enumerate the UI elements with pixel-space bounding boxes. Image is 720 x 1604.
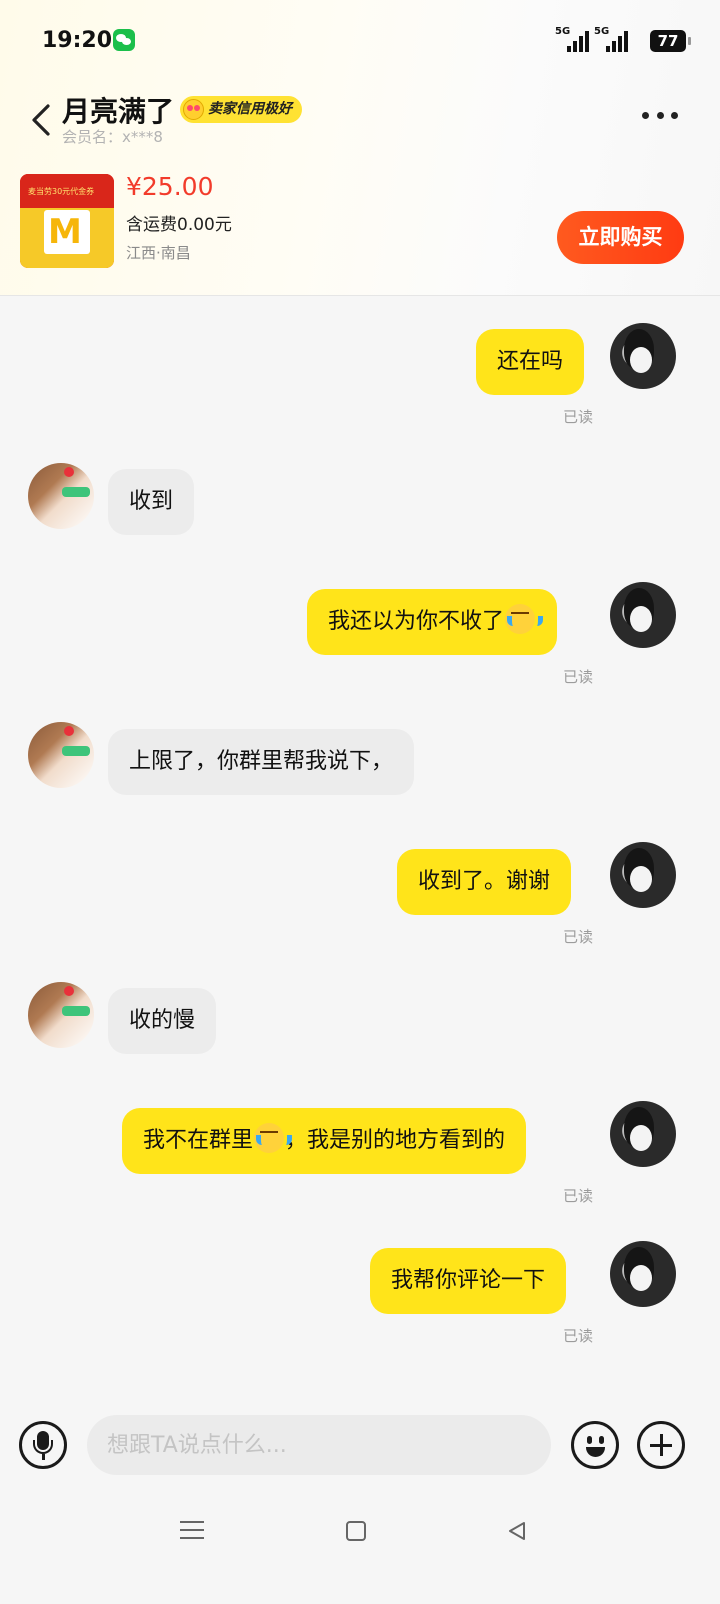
chevron-left-icon[interactable] xyxy=(28,102,58,138)
seller-avatar[interactable] xyxy=(28,982,94,1048)
battery-icon: 77 xyxy=(650,30,691,52)
seller-name[interactable]: 月亮满了 xyxy=(62,90,174,130)
heart-eyes-icon xyxy=(183,99,204,120)
read-receipt: 已读 xyxy=(563,1327,594,1345)
my-avatar[interactable] xyxy=(610,323,676,389)
product-thumb-text: 麦当劳30元代金券 xyxy=(28,187,95,196)
voice-input-button[interactable] xyxy=(19,1421,67,1469)
seller-avatar[interactable] xyxy=(28,722,94,788)
seller-avatar[interactable] xyxy=(28,463,94,529)
smiley-icon xyxy=(587,1436,592,1444)
product-thumbnail[interactable]: 麦当劳30元代金券 M xyxy=(20,174,114,268)
read-receipt: 已读 xyxy=(563,668,594,686)
product-price: ¥25.00 xyxy=(126,172,214,201)
read-receipt: 已读 xyxy=(563,928,594,946)
buy-now-button[interactable]: 立即购买 xyxy=(557,211,684,264)
credit-badge[interactable]: 卖家信用极好 xyxy=(180,96,302,123)
shipping-fee: 含运费0.00元 xyxy=(126,215,232,235)
message-bubble-received[interactable]: 上限了，你群里帮我说下， xyxy=(108,729,415,795)
message-bubble-received[interactable]: 收到 xyxy=(108,469,195,535)
my-avatar[interactable] xyxy=(610,1101,676,1167)
my-avatar[interactable] xyxy=(610,582,676,648)
message-bubble-sent[interactable]: 收到了。谢谢 xyxy=(397,849,572,915)
crying-face-icon xyxy=(254,1123,293,1153)
read-receipt: 已读 xyxy=(563,408,594,426)
emoji-button[interactable] xyxy=(571,1421,619,1469)
nav-back-icon[interactable] xyxy=(506,1520,528,1542)
crying-face-icon xyxy=(505,604,544,634)
message-text: ，我是别的地方看到的 xyxy=(285,1128,506,1153)
mcdonalds-logo-icon: M xyxy=(48,212,82,252)
message-bubble-sent[interactable]: 还在吗 xyxy=(476,329,585,395)
status-time: 19:20 xyxy=(42,28,113,53)
nav-home-icon[interactable] xyxy=(346,1521,366,1541)
message-bubble-sent[interactable]: 我帮你评论一下 xyxy=(370,1248,567,1314)
more-dots-icon[interactable] xyxy=(642,112,678,124)
member-id: 会员名：x***8 xyxy=(62,128,163,146)
status-bar: 19:20 5G 5G 77 xyxy=(0,0,720,84)
message-bubble-received[interactable]: 收的慢 xyxy=(108,988,217,1054)
message-text: 我还以为你不收了 xyxy=(328,609,505,634)
my-avatar[interactable] xyxy=(610,842,676,908)
seller-location: 江西·南昌 xyxy=(126,244,191,262)
message-text: 我不在群里 xyxy=(143,1128,254,1153)
message-input[interactable] xyxy=(87,1415,551,1475)
my-avatar[interactable] xyxy=(610,1241,676,1307)
nav-menu-icon[interactable] xyxy=(180,1515,204,1549)
message-bubble-sent[interactable]: 我不在群里 ，我是别的地方看到的 xyxy=(122,1108,527,1174)
credit-badge-label: 卖家信用极好 xyxy=(208,101,292,117)
wechat-icon xyxy=(113,29,135,51)
plus-button[interactable] xyxy=(637,1421,685,1469)
read-receipt: 已读 xyxy=(563,1187,594,1205)
message-bubble-sent[interactable]: 我还以为你不收了 xyxy=(307,589,558,655)
